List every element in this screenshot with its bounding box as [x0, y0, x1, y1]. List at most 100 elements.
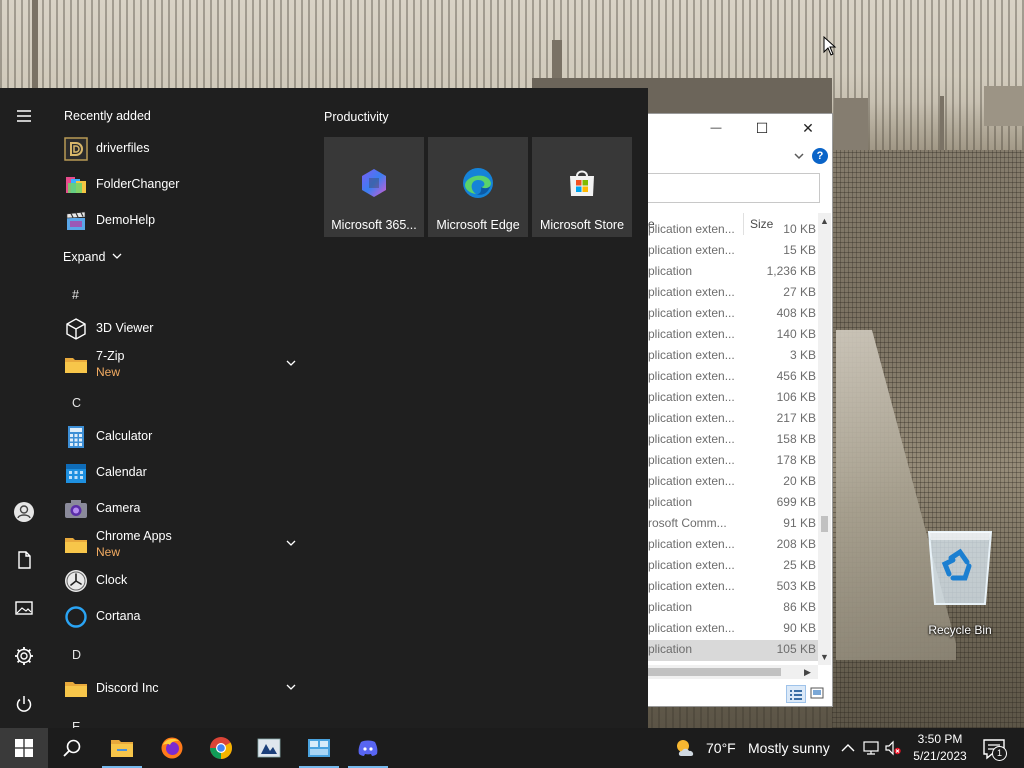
- app-item-folderchanger[interactable]: FolderChanger: [64, 167, 304, 203]
- user-icon[interactable]: [12, 500, 36, 524]
- table-row[interactable]: plication exten... 15 KB: [648, 241, 818, 262]
- driverfiles-icon: [64, 137, 88, 161]
- wallpaper-building-2: [834, 98, 868, 150]
- letter-header-hash[interactable]: #: [72, 288, 79, 302]
- expand-button[interactable]: Expand: [63, 250, 122, 264]
- table-row[interactable]: plication exten... 217 KB: [648, 409, 818, 430]
- close-button[interactable]: ✕: [798, 120, 818, 136]
- taskbar-discord[interactable]: [344, 728, 392, 768]
- horizontal-scrollbar[interactable]: ▶: [648, 665, 818, 679]
- help-button[interactable]: ?: [812, 148, 828, 164]
- app-item-calculator[interactable]: Calculator: [64, 419, 304, 455]
- table-row[interactable]: plication exten... 10 KB: [648, 222, 818, 241]
- app-item-camera[interactable]: Camera: [64, 491, 304, 527]
- letter-header-c[interactable]: C: [72, 396, 81, 410]
- camera-icon: [65, 500, 87, 518]
- table-row-selected[interactable]: plication 105 KB: [648, 640, 818, 661]
- demohelp-icon: [66, 211, 86, 230]
- large-icons-view-button[interactable]: [810, 686, 824, 700]
- partly-sunny-icon: [677, 740, 694, 756]
- wallpaper-pole: [32, 0, 38, 90]
- taskbar-file-explorer[interactable]: [98, 728, 146, 768]
- table-row[interactable]: plication 699 KB: [648, 493, 818, 514]
- edge-icon: [463, 168, 493, 198]
- documents-icon[interactable]: [12, 548, 36, 572]
- table-row[interactable]: rosoft Comm... 91 KB: [648, 514, 818, 535]
- app-item-cortana[interactable]: Cortana: [64, 599, 304, 635]
- taskbar-search-button[interactable]: [48, 728, 96, 768]
- details-view-icon: [790, 690, 802, 700]
- horizontal-scroll-thumb[interactable]: [648, 668, 781, 676]
- chevron-down-icon[interactable]: [286, 682, 296, 692]
- windows-logo-icon: [15, 739, 33, 757]
- clock-time: 3:50 PM: [917, 732, 963, 746]
- letter-header-d[interactable]: D: [72, 648, 81, 662]
- app-item-3d-viewer[interactable]: 3D Viewer: [64, 311, 304, 347]
- app-item-chrome-apps[interactable]: Chrome Apps New: [64, 527, 304, 563]
- wallpaper-lamp-pole: [940, 96, 944, 156]
- table-row[interactable]: plication exten... 20 KB: [648, 472, 818, 493]
- minimize-button[interactable]: —: [706, 120, 726, 136]
- taskbar-clock[interactable]: 3:50 PM 5/21/2023: [904, 731, 976, 765]
- table-row[interactable]: plication exten... 503 KB: [648, 577, 818, 598]
- weather-temperature: 70°F: [706, 740, 736, 756]
- explorer-titlebar[interactable]: — ☐ ✕: [648, 114, 832, 144]
- tiles-group-title[interactable]: Productivity: [324, 110, 389, 124]
- taskbar-app[interactable]: [245, 728, 293, 768]
- app-item-demohelp[interactable]: DemoHelp: [64, 203, 304, 239]
- app-item-driverfiles[interactable]: driverfiles: [64, 131, 304, 167]
- power-icon[interactable]: [12, 692, 36, 716]
- start-app-list[interactable]: Recently added driverfiles FolderChanger: [48, 88, 316, 728]
- table-row[interactable]: plication exten... 140 KB: [648, 325, 818, 346]
- taskbar-firefox[interactable]: [148, 728, 196, 768]
- volume-muted-icon[interactable]: [885, 740, 901, 756]
- tile-microsoft-edge[interactable]: Microsoft Edge: [428, 137, 528, 237]
- chevron-down-icon[interactable]: [286, 358, 296, 368]
- letter-header-e[interactable]: E: [72, 720, 80, 728]
- table-row[interactable]: plication exten... 27 KB: [648, 283, 818, 304]
- clock-icon: [65, 570, 87, 592]
- ribbon-expand-chevron-icon[interactable]: [794, 151, 804, 161]
- app-item-clock[interactable]: Clock: [64, 563, 304, 599]
- scroll-right-arrow-icon[interactable]: ▶: [804, 667, 811, 678]
- maximize-button[interactable]: ☐: [752, 120, 772, 136]
- app-item-calendar[interactable]: Calendar: [64, 455, 304, 491]
- table-row[interactable]: plication exten... 90 KB: [648, 619, 818, 640]
- chevron-up-icon[interactable]: [840, 740, 856, 756]
- table-row[interactable]: plication exten... 178 KB: [648, 451, 818, 472]
- search-icon: [63, 739, 81, 757]
- table-row[interactable]: plication exten... 158 KB: [648, 430, 818, 451]
- table-row[interactable]: plication exten... 3 KB: [648, 346, 818, 367]
- calculator-icon: [68, 426, 84, 448]
- network-icon[interactable]: [863, 740, 879, 756]
- scroll-down-arrow-icon[interactable]: ▼: [820, 653, 829, 662]
- app-item-7-zip[interactable]: 7-Zip New: [64, 347, 304, 383]
- hamburger-menu-icon[interactable]: [12, 104, 36, 128]
- settings-icon[interactable]: [12, 644, 36, 668]
- file-explorer-window[interactable]: — ☐ ✕ ? e Size plication exten... 10 KB p…: [648, 113, 833, 707]
- app-item-discord-inc[interactable]: Discord Inc: [64, 671, 304, 707]
- table-row[interactable]: plication 86 KB: [648, 598, 818, 619]
- vertical-scrollbar[interactable]: ▲ ▼: [818, 213, 831, 665]
- taskbar-app-2[interactable]: [295, 728, 343, 768]
- table-row[interactable]: plication exten... 456 KB: [648, 367, 818, 388]
- address-search-box[interactable]: [648, 173, 820, 203]
- tile-microsoft-365[interactable]: Microsoft 365...: [324, 137, 424, 237]
- weather-widget[interactable]: 70°F Mostly sunny: [674, 728, 834, 768]
- table-row[interactable]: plication 1,236 KB: [648, 262, 818, 283]
- desktop-icon-recycle-bin[interactable]: Recycle Bin: [918, 522, 1002, 637]
- chevron-down-icon[interactable]: [286, 538, 296, 548]
- table-row[interactable]: plication exten... 208 KB: [648, 535, 818, 556]
- tile-microsoft-store[interactable]: Microsoft Store: [532, 137, 632, 237]
- vertical-scroll-thumb[interactable]: [821, 516, 828, 532]
- discord-icon: [358, 740, 378, 756]
- table-row[interactable]: plication exten... 25 KB: [648, 556, 818, 577]
- details-view-button[interactable]: [786, 685, 806, 703]
- start-button[interactable]: [0, 728, 48, 768]
- table-row[interactable]: plication exten... 106 KB: [648, 388, 818, 409]
- file-list: plication exten... 10 KB plication exten.…: [648, 222, 818, 661]
- pictures-icon[interactable]: [12, 596, 36, 620]
- taskbar-chrome[interactable]: [197, 728, 245, 768]
- table-row[interactable]: plication exten... 408 KB: [648, 304, 818, 325]
- scroll-up-arrow-icon[interactable]: ▲: [820, 217, 829, 226]
